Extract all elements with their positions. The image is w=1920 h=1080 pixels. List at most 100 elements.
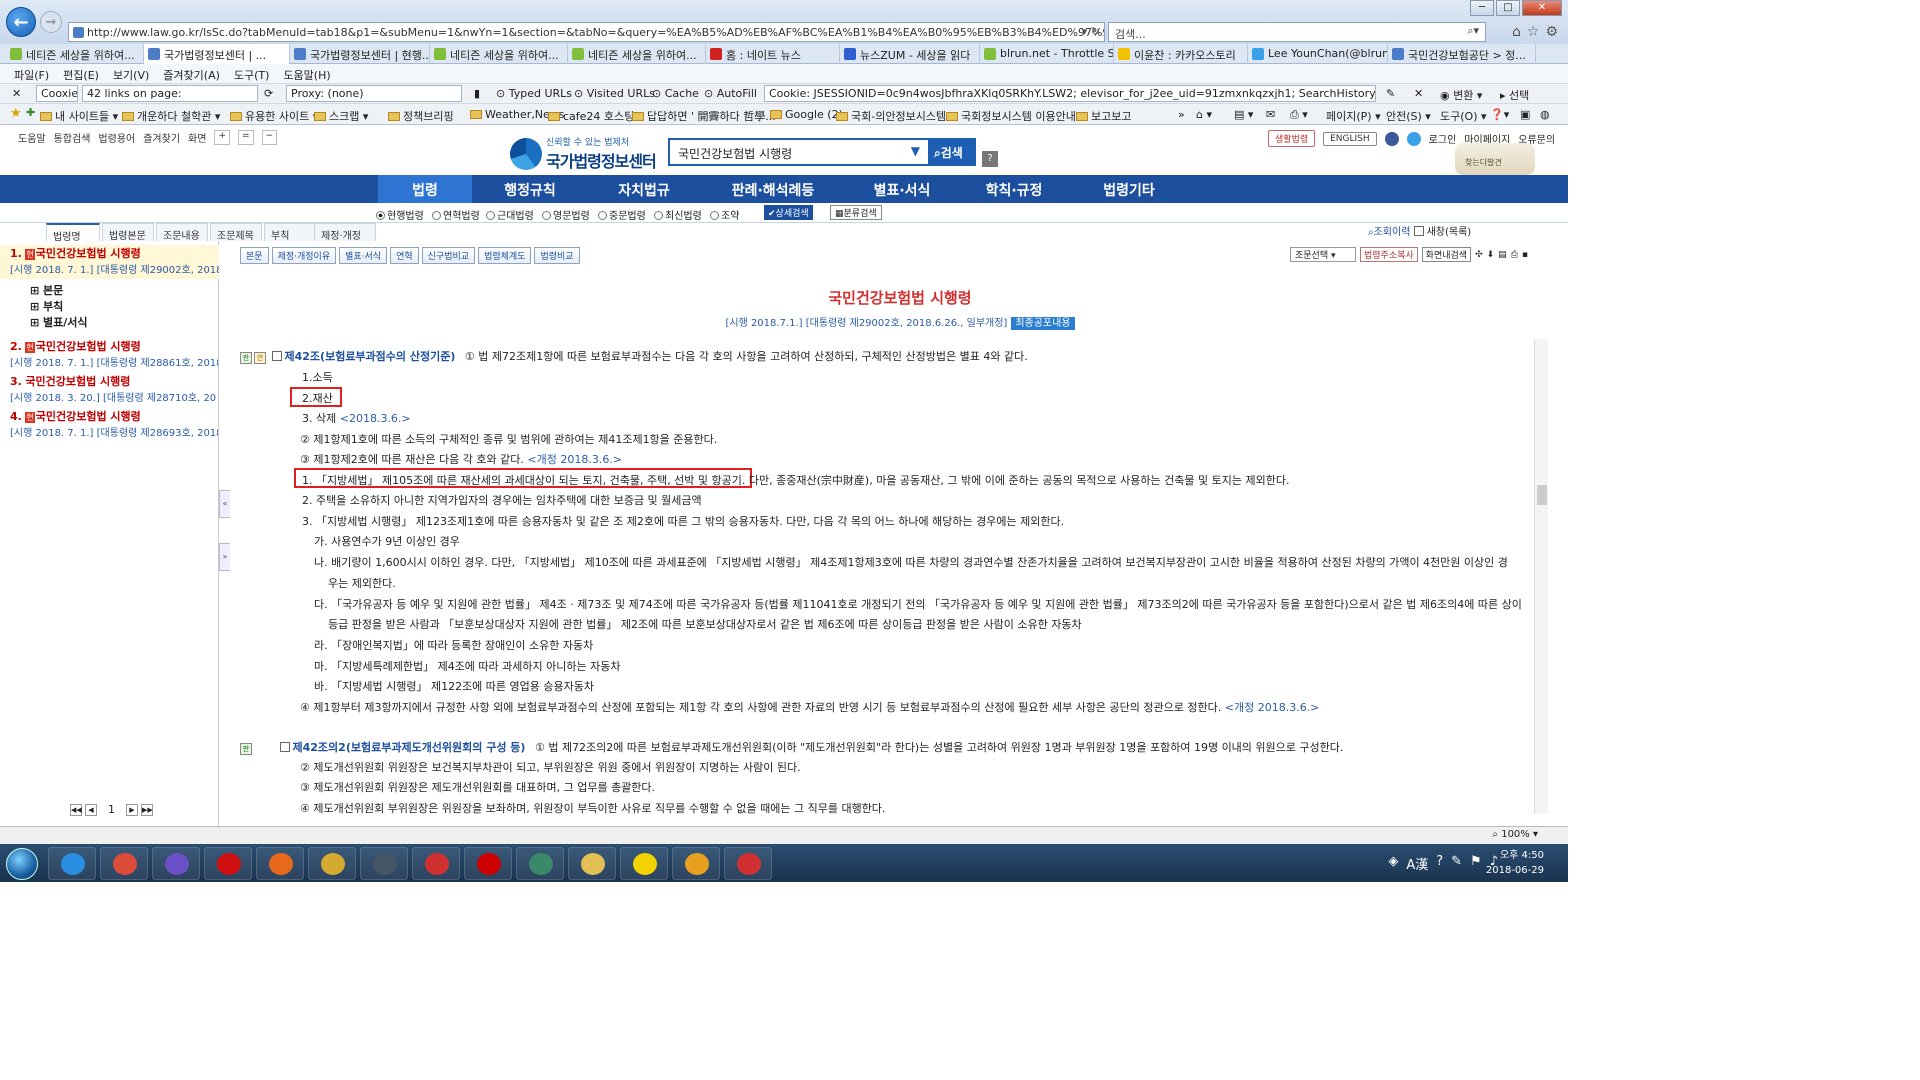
cooxie-dropdown[interactable]: Cooxie bbox=[36, 85, 78, 102]
extension-icon[interactable]: ▣ bbox=[1520, 108, 1530, 121]
amend-date[interactable]: <개정 2018.3.6.> bbox=[527, 453, 622, 466]
taskbar-app-firefox[interactable] bbox=[256, 847, 304, 880]
menu-item[interactable]: 파일(F) bbox=[14, 67, 49, 83]
share-icon[interactable]: ✣ bbox=[1475, 250, 1483, 260]
browser-tab[interactable]: 뉴스ZUM - 세상을 읽다 bbox=[840, 44, 980, 64]
login-link[interactable]: 로그인 bbox=[1429, 131, 1457, 146]
article-title[interactable]: 제42조의2(보험료부과제도개선위원회의 구성 등) bbox=[293, 741, 526, 754]
search-help-button[interactable]: ? bbox=[982, 151, 998, 167]
nav-item[interactable]: 학칙·규정 bbox=[958, 175, 1070, 203]
mascot-banner[interactable]: 찾는다발견 bbox=[1455, 143, 1535, 175]
proxy-dropdown[interactable]: Proxy: (none) bbox=[286, 85, 462, 102]
download-icon[interactable]: ⬇ bbox=[1487, 250, 1495, 260]
scrollbar-thumb[interactable] bbox=[1537, 485, 1547, 505]
tools-menu[interactable]: 도구(O) ▾ bbox=[1440, 108, 1487, 124]
content-button[interactable]: 본문 bbox=[240, 247, 269, 264]
search-icon[interactable]: ⌕▾ bbox=[1467, 24, 1479, 38]
browser-tab[interactable]: Lee YounChan(@blrun) ... bbox=[1248, 44, 1388, 64]
nav-item[interactable]: 자치법규 bbox=[588, 175, 700, 203]
help-icon[interactable]: ❓▾ bbox=[1490, 108, 1509, 121]
close-toolbar-icon[interactable]: ✕ bbox=[12, 87, 21, 100]
taskbar-app-kakao[interactable] bbox=[620, 847, 668, 880]
tray-flag-icon[interactable]: ⚑ bbox=[1470, 854, 1482, 873]
page-menu[interactable]: 페이지(P) ▾ bbox=[1326, 108, 1381, 124]
url-input[interactable]: http://www.law.go.kr/lsSc.do?tabMenuId=t… bbox=[68, 22, 1105, 42]
save-icon[interactable]: ▪ bbox=[1522, 250, 1528, 260]
zoom-out-button[interactable]: − bbox=[261, 130, 278, 145]
result-item-1[interactable]: 1. 현 국민건강보험법 시행령 [시행 2018. 7. 1.] [대통령령 제… bbox=[0, 245, 219, 279]
article-title[interactable]: 제42조(보험료부과점수의 산정기준) bbox=[285, 350, 456, 363]
favorite-item[interactable]: 스크랩 ▾ bbox=[314, 108, 368, 124]
law-type-radio[interactable]: 중문법령 bbox=[598, 207, 646, 222]
content-button[interactable]: 법령비교 bbox=[534, 247, 580, 264]
more-favorites-icon[interactable]: » bbox=[1178, 108, 1185, 121]
close-cookie-icon[interactable]: ✕ bbox=[1414, 87, 1423, 100]
last-page-button[interactable]: ▶▶ bbox=[141, 803, 153, 816]
site-search-button[interactable]: ⌕검색 bbox=[930, 138, 976, 166]
law-type-radio[interactable]: 현행법령 bbox=[376, 207, 424, 222]
start-button[interactable] bbox=[6, 848, 38, 880]
tray-help-icon[interactable]: ? bbox=[1436, 854, 1443, 873]
link-help[interactable]: 도움말 bbox=[18, 130, 46, 145]
browser-tab[interactable]: 국가법령정보센터 | ... bbox=[144, 44, 290, 64]
link-law-terms[interactable]: 법령용어 bbox=[98, 130, 135, 145]
browser-tab[interactable]: 국가법령정보센터 | 현행... bbox=[290, 44, 430, 64]
research-icon[interactable]: ◍ bbox=[1540, 108, 1550, 121]
twitter-icon[interactable] bbox=[1406, 131, 1421, 146]
law-type-radio[interactable]: 근대법령 bbox=[486, 207, 534, 222]
result-tab[interactable]: 법령본문 bbox=[102, 223, 154, 242]
favorite-item[interactable]: 답답하면 ' 開霽하다 哲學... bbox=[632, 108, 776, 124]
add-favorites-icon[interactable]: ✚ bbox=[26, 106, 35, 119]
favorite-item[interactable]: 국회-의안정보시스템 bbox=[836, 108, 946, 124]
result-tab[interactable]: 법령명 bbox=[46, 223, 100, 243]
nav-item[interactable]: 판례·해석례등 bbox=[700, 175, 846, 203]
first-page-button[interactable]: ◀◀ bbox=[70, 803, 82, 816]
zoom-in-button[interactable]: + bbox=[214, 130, 230, 145]
taskbar-app-tree[interactable] bbox=[516, 847, 564, 880]
favorite-item[interactable]: 보고보고 bbox=[1076, 108, 1131, 124]
select-button[interactable]: ▸ 선택 bbox=[1500, 87, 1529, 103]
links-dropdown[interactable]: 42 links on page: bbox=[82, 85, 258, 102]
law-type-radio[interactable]: 최신법령 bbox=[654, 207, 702, 222]
amend-date[interactable]: <2018.3.6.> bbox=[340, 412, 411, 425]
cache-button[interactable]: ⊙ Cache bbox=[652, 87, 699, 100]
result-tab[interactable]: 부칙 bbox=[264, 223, 320, 242]
site-search-input[interactable]: 국민건강보험법 시행령 ▼ bbox=[668, 138, 930, 166]
cookie-field[interactable]: Cookie: JSESSIONID=0c9n4wosJbfhraXKlq0SR… bbox=[764, 85, 1376, 102]
history-icon[interactable]: 연 bbox=[254, 352, 266, 364]
browser-tab[interactable]: 네티즌 세상을 위하여... bbox=[568, 44, 706, 64]
content-button[interactable]: 제정·개정이유 bbox=[271, 247, 337, 264]
link-integrated-search[interactable]: 통합검색 bbox=[54, 130, 91, 145]
rss-icon[interactable]: ▤ ▾ bbox=[1234, 108, 1253, 121]
tree-item-body[interactable]: ⊞ 본문 bbox=[30, 282, 63, 298]
content-scrollbar[interactable] bbox=[1534, 339, 1548, 814]
menu-item[interactable]: 보기(V) bbox=[113, 67, 149, 83]
minimize-button[interactable]: ─ bbox=[1470, 0, 1494, 16]
detail-search-button[interactable]: ✔상세검색 bbox=[764, 205, 813, 220]
favorite-item[interactable]: 국회정보시스템 이용안내 bbox=[946, 108, 1076, 124]
browser-tab[interactable]: 네티즌 세상을 위하여... bbox=[430, 44, 568, 64]
nav-item[interactable]: 법령기타 bbox=[1070, 175, 1188, 203]
result-tab[interactable]: 조문제목 bbox=[210, 223, 262, 242]
favorites-star-icon[interactable]: ★ bbox=[10, 106, 22, 121]
result-item-3[interactable]: 3. 국민건강보험법 시행령 [시행 2018. 3. 20.] [대통령령 제… bbox=[10, 373, 218, 404]
favorite-item[interactable]: 정책브리핑 bbox=[388, 108, 454, 124]
ime-indicator[interactable]: A漢 bbox=[1406, 854, 1428, 873]
favorite-item[interactable]: 내 사이트들 ▾ bbox=[40, 108, 118, 124]
precedent-icon[interactable]: 판 bbox=[240, 352, 252, 364]
result-item-4[interactable]: 4. 현 국민건강보험법 시행령 [시행 2018. 7. 1.] [대통령령 제… bbox=[10, 408, 218, 439]
browser-search-input[interactable]: 검색... ⌕▾ bbox=[1108, 22, 1486, 42]
english-button[interactable]: ENGLISH bbox=[1323, 131, 1377, 146]
gear-icon[interactable]: ⚙ bbox=[1545, 24, 1558, 40]
nav-item[interactable]: 행정규칙 bbox=[472, 175, 588, 203]
taskbar-app-explorer[interactable] bbox=[568, 847, 616, 880]
refresh-small-icon[interactable]: ⟳ bbox=[264, 87, 273, 100]
browser-tab[interactable]: 네티즌 세상을 위하여... bbox=[6, 44, 144, 64]
find-in-page-button[interactable]: 화면내검색 bbox=[1421, 247, 1472, 262]
content-button[interactable]: 별표·서식 bbox=[339, 247, 388, 264]
life-law-button[interactable]: 생활법령 bbox=[1268, 130, 1316, 147]
taskbar-app-viewer[interactable] bbox=[412, 847, 460, 880]
browser-tab[interactable]: 이윤찬 : 카카오스토리 bbox=[1114, 44, 1248, 64]
result-tab[interactable]: 조문내용 bbox=[156, 223, 208, 242]
class-search-button[interactable]: ▦분류검색 bbox=[830, 205, 882, 220]
